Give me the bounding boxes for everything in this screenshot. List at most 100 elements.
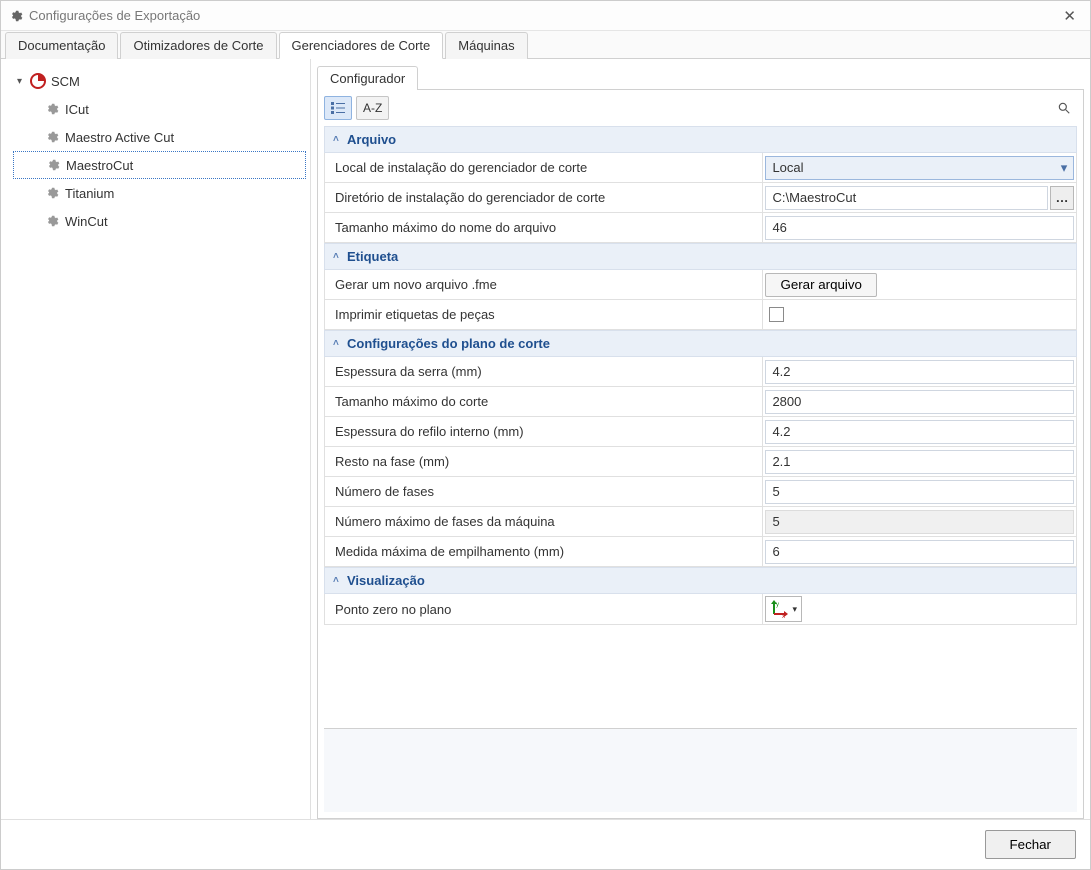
axis-origin-selector[interactable]: y x ▾ bbox=[765, 596, 802, 622]
row-imprimir-etiquetas: Imprimir etiquetas de peças bbox=[324, 300, 1077, 330]
row-resto-fase: Resto na fase (mm) 2.1 bbox=[324, 447, 1077, 477]
window-title: Configurações de Exportação bbox=[29, 8, 1057, 23]
label-gerar-fme: Gerar um novo arquivo .fme bbox=[325, 270, 762, 299]
axis-icon: y x bbox=[770, 600, 790, 618]
tree-root[interactable]: ▾ SCM bbox=[13, 67, 306, 95]
input-refilo[interactable]: 4.2 bbox=[765, 420, 1074, 444]
label-empilhamento: Medida máxima de empilhamento (mm) bbox=[325, 537, 762, 566]
tree-item-label: ICut bbox=[65, 102, 89, 117]
row-refilo: Espessura do refilo interno (mm) 4.2 bbox=[324, 417, 1077, 447]
input-espessura-serra[interactable]: 4.2 bbox=[765, 360, 1074, 384]
group-etiqueta-header[interactable]: ˄ Etiqueta bbox=[324, 243, 1077, 270]
label-max-fases-maquina: Número máximo de fases da máquina bbox=[325, 507, 762, 536]
row-tamanho-corte: Tamanho máximo do corte 2800 bbox=[324, 387, 1077, 417]
label-imprimir-etiquetas: Imprimir etiquetas de peças bbox=[325, 300, 762, 329]
alphabetical-view-button[interactable]: A-Z bbox=[356, 96, 389, 120]
gear-icon bbox=[43, 130, 61, 144]
gear-icon bbox=[9, 9, 23, 23]
right-panel: Configurador A-Z ˄ Arquivo bbox=[311, 59, 1090, 819]
label-local-instalacao: Local de instalação do gerenciador de co… bbox=[325, 153, 762, 182]
caret-up-icon: ˄ bbox=[333, 251, 347, 262]
property-search-input[interactable] bbox=[393, 96, 1053, 120]
combo-local-instalacao[interactable]: Local ▾ bbox=[765, 156, 1074, 180]
scm-logo-icon bbox=[29, 73, 47, 89]
combo-value: Local bbox=[766, 160, 1055, 175]
row-empilhamento: Medida máxima de empilhamento (mm) 6 bbox=[324, 537, 1077, 567]
group-visualizacao-header[interactable]: ˄ Visualização bbox=[324, 567, 1077, 594]
group-arquivo-header[interactable]: ˄ Arquivo bbox=[324, 126, 1077, 153]
group-plano-header[interactable]: ˄ Configurações do plano de corte bbox=[324, 330, 1077, 357]
input-resto-fase[interactable]: 2.1 bbox=[765, 450, 1074, 474]
tab-otimizadores[interactable]: Otimizadores de Corte bbox=[120, 32, 276, 59]
caret-up-icon: ˄ bbox=[333, 575, 347, 586]
content-area: ▾ SCM ICut Maestro Active Cut MaestroCut bbox=[1, 59, 1090, 819]
input-tamanho-corte[interactable]: 2800 bbox=[765, 390, 1074, 414]
window-close-button[interactable]: ✕ bbox=[1057, 7, 1082, 25]
tree-item-maestro-active-cut[interactable]: Maestro Active Cut bbox=[13, 123, 306, 151]
gear-icon bbox=[44, 158, 62, 172]
label-tamanho-nome: Tamanho máximo do nome do arquivo bbox=[325, 213, 762, 242]
group-title: Visualização bbox=[347, 573, 425, 588]
group-title: Configurações do plano de corte bbox=[347, 336, 550, 351]
svg-text:x: x bbox=[782, 614, 785, 618]
row-tamanho-nome: Tamanho máximo do nome do arquivo 46 bbox=[324, 213, 1077, 243]
gear-icon bbox=[43, 186, 61, 200]
main-tabs: Documentação Otimizadores de Corte Geren… bbox=[1, 31, 1090, 59]
chevron-down-icon: ▾ bbox=[792, 604, 797, 615]
subtab-configurador[interactable]: Configurador bbox=[317, 66, 418, 90]
gear-icon bbox=[43, 102, 61, 116]
subtab-bar: Configurador bbox=[317, 65, 1084, 90]
row-diretorio-instalacao: Diretório de instalação do gerenciador d… bbox=[324, 183, 1077, 213]
caret-down-icon: ▾ bbox=[17, 76, 29, 87]
group-title: Etiqueta bbox=[347, 249, 398, 264]
tree-item-wincut[interactable]: WinCut bbox=[13, 207, 306, 235]
row-ponto-zero: Ponto zero no plano y x bbox=[324, 594, 1077, 625]
label-refilo: Espessura do refilo interno (mm) bbox=[325, 417, 762, 446]
row-gerar-fme: Gerar um novo arquivo .fme Gerar arquivo bbox=[324, 270, 1077, 300]
input-diretorio[interactable]: C:\MaestroCut bbox=[765, 186, 1048, 210]
description-panel bbox=[324, 728, 1077, 812]
browse-button[interactable]: … bbox=[1050, 186, 1074, 210]
label-diretorio: Diretório de instalação do gerenciador d… bbox=[325, 183, 762, 212]
input-empilhamento[interactable]: 6 bbox=[765, 540, 1074, 564]
export-settings-window: Configurações de Exportação ✕ Documentaç… bbox=[0, 0, 1091, 870]
property-toolbar: A-Z bbox=[318, 90, 1083, 126]
tree-root-label: SCM bbox=[51, 74, 80, 89]
caret-up-icon: ˄ bbox=[333, 134, 347, 145]
label-ponto-zero: Ponto zero no plano bbox=[325, 594, 762, 624]
search-icon[interactable] bbox=[1057, 101, 1077, 115]
tree-item-icut[interactable]: ICut bbox=[13, 95, 306, 123]
label-numero-fases: Número de fases bbox=[325, 477, 762, 506]
checkbox-imprimir-etiquetas[interactable] bbox=[769, 307, 784, 322]
close-button[interactable]: Fechar bbox=[985, 830, 1076, 859]
property-body: ˄ Arquivo Local de instalação do gerenci… bbox=[318, 126, 1083, 722]
svg-text:y: y bbox=[776, 602, 779, 608]
gerar-arquivo-button[interactable]: Gerar arquivo bbox=[765, 273, 877, 297]
group-title: Arquivo bbox=[347, 132, 396, 147]
caret-up-icon: ˄ bbox=[333, 338, 347, 349]
tree-panel: ▾ SCM ICut Maestro Active Cut MaestroCut bbox=[1, 59, 311, 819]
label-tamanho-corte: Tamanho máximo do corte bbox=[325, 387, 762, 416]
tree-item-maestrocut[interactable]: MaestroCut bbox=[13, 151, 306, 179]
input-tamanho-nome[interactable]: 46 bbox=[765, 216, 1074, 240]
tree-item-label: MaestroCut bbox=[66, 158, 133, 173]
label-espessura-serra: Espessura da serra (mm) bbox=[325, 357, 762, 386]
chevron-down-icon: ▾ bbox=[1055, 160, 1073, 176]
row-numero-fases: Número de fases 5 bbox=[324, 477, 1077, 507]
categorized-view-button[interactable] bbox=[324, 96, 352, 120]
footer: Fechar bbox=[1, 819, 1090, 869]
property-grid: A-Z ˄ Arquivo Local de instalação do ger… bbox=[317, 89, 1084, 819]
titlebar: Configurações de Exportação ✕ bbox=[1, 1, 1090, 31]
tab-gerenciadores[interactable]: Gerenciadores de Corte bbox=[279, 32, 444, 59]
gear-icon bbox=[43, 214, 61, 228]
input-numero-fases[interactable]: 5 bbox=[765, 480, 1074, 504]
tree-item-label: WinCut bbox=[65, 214, 108, 229]
tab-documentacao[interactable]: Documentação bbox=[5, 32, 118, 59]
tree-item-label: Titanium bbox=[65, 186, 114, 201]
tree-item-titanium[interactable]: Titanium bbox=[13, 179, 306, 207]
label-resto-fase: Resto na fase (mm) bbox=[325, 447, 762, 476]
row-max-fases-maquina: Número máximo de fases da máquina 5 bbox=[324, 507, 1077, 537]
tab-maquinas[interactable]: Máquinas bbox=[445, 32, 527, 59]
tree-item-label: Maestro Active Cut bbox=[65, 130, 174, 145]
row-local-instalacao: Local de instalação do gerenciador de co… bbox=[324, 153, 1077, 183]
